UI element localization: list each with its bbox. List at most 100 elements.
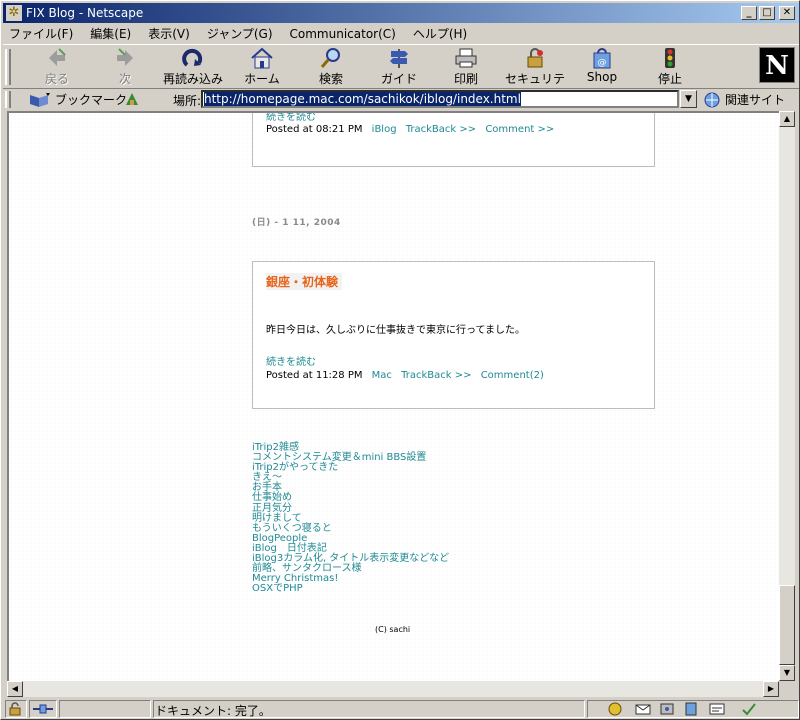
title-bar: ✲ FIX Blog - Netscape _ □ ✕ [3,3,799,23]
post-time: Posted at 08:21 PM [266,124,363,135]
address-book-icon[interactable] [683,702,699,716]
traffic-light-stop-icon [665,48,675,68]
shop-button[interactable]: @ Shop [570,47,634,87]
location-label: 場所: [173,94,202,108]
maximize-button[interactable]: □ [759,6,775,20]
forward-button[interactable]: 次 [93,47,157,87]
search-icon [320,48,340,68]
home-icon [251,47,273,69]
blog-post-previous: 続きを読む Posted at 08:21 PM iBlog TrackBack… [252,113,655,167]
recent-entries-list: iTrip2雑感 コメントシステム変更＆mini BBS設置 iTrip2がやっ… [252,442,449,594]
print-button[interactable]: 印刷 [434,47,498,87]
comment-link[interactable]: Comment >> [485,124,554,135]
scroll-right-button[interactable]: ▶ [763,681,779,697]
connection-plug-icon [33,704,53,714]
comment-link[interactable]: Comment(2) [481,370,544,381]
guide-button[interactable]: ガイド [367,47,431,87]
security-status-cell[interactable] [5,700,27,718]
horizontal-scrollbar[interactable]: ◀ ▶ [7,681,779,697]
related-sites-icon [704,92,720,107]
composer-icon[interactable] [709,702,725,716]
status-text: ドキュメント: 完了。 [155,704,271,718]
toolbar-grip[interactable] [5,49,11,85]
padlock-icon [527,48,543,68]
browser-window: ✲ FIX Blog - Netscape _ □ ✕ ファイル(F) 編集(E… [0,0,800,720]
svg-text:@: @ [598,58,607,68]
shopping-bag-icon: @ [593,48,611,69]
navigator-icon[interactable] [607,702,623,716]
window-title: FIX Blog - Netscape [26,6,144,20]
status-bar: ドキュメント: 完了。 [3,699,799,719]
unlocked-padlock-icon [9,702,21,716]
post-title: 銀座・初体験 [266,273,343,290]
security-button[interactable]: セキュリティ [503,47,567,103]
vertical-scrollbar[interactable]: ▲ ▼ [779,111,795,681]
scrollbar-corner [779,681,795,697]
page-viewport: 続きを読む Posted at 08:21 PM iBlog TrackBack… [7,111,779,681]
bookmarks-label: ブックマーク [55,93,128,107]
recent-entry-link[interactable]: OSXでPHP [252,584,449,594]
bookmark-book-icon [30,92,50,107]
scroll-thumb[interactable] [779,585,795,665]
newsgroup-icon[interactable] [659,702,675,716]
page-proxy-icon[interactable] [123,91,141,107]
trackback-link[interactable]: TrackBack >> [406,124,476,135]
mail-icon[interactable] [635,702,651,716]
post-time: Posted at 11:28 PM [266,370,363,381]
url-input[interactable]: http://homepage.mac.com/sachikok/iblog/i… [201,90,679,108]
home-button[interactable]: ホーム [230,47,294,87]
navigation-toolbar: 戻る 次 再読み込み ホーム 検索 ガイド 印刷 セキュリティ [3,44,799,103]
checkmark-icon[interactable] [741,702,757,716]
forward-label: 次 [118,72,131,86]
home-label: ホーム [244,72,280,86]
guide-label: ガイド [380,72,417,86]
related-sites-button[interactable]: 関連サイト [703,91,785,108]
menu-edit[interactable]: 編集(E) [90,25,131,42]
stop-label: 停止 [657,72,682,86]
url-dropdown-button[interactable]: ▼ [680,90,697,108]
trackback-link[interactable]: TrackBack >> [401,370,471,381]
menu-file[interactable]: ファイル(F) [9,25,73,42]
post-meta: Posted at 08:21 PM iBlog TrackBack >> Co… [266,124,554,135]
date-header: (日) - 1 11, 2004 [252,218,341,228]
read-more-link[interactable]: 続きを読む [266,353,316,368]
minimize-button[interactable]: _ [741,6,757,20]
menu-communicator[interactable]: Communicator(C) [290,27,396,41]
close-button[interactable]: ✕ [779,6,795,20]
back-button[interactable]: 戻る [25,47,89,87]
related-sites-label: 関連サイト [725,93,786,107]
scroll-down-button[interactable]: ▼ [779,665,795,681]
category-link[interactable]: Mac [372,370,392,381]
menu-view[interactable]: 表示(V) [148,25,190,42]
netscape-app-icon: ✲ [6,5,22,21]
post-body: 昨日今日は、久しぶりに仕事抜きで東京に行ってました。 [266,325,525,336]
connection-status-cell [29,700,57,718]
menu-bar: ファイル(F) 編集(E) 表示(V) ジャンプ(G) Communicator… [3,24,799,43]
back-arrow-icon [49,48,66,66]
copyright-text: (C) sachi [375,625,411,634]
progress-cell [59,700,151,718]
url-text: http://homepage.mac.com/sachikok/iblog/i… [204,92,521,106]
scroll-up-button[interactable]: ▲ [779,111,795,127]
location-bar-grip[interactable] [5,91,11,108]
scroll-left-button[interactable]: ◀ [7,681,23,697]
netscape-logo[interactable]: N [759,47,795,83]
search-label: 検索 [318,72,343,86]
search-button[interactable]: 検索 [299,47,363,87]
stop-button[interactable]: 停止 [638,47,702,87]
reload-icon [182,48,203,67]
back-label: 戻る [44,72,69,86]
shop-label: Shop [586,70,618,84]
printer-icon [455,48,477,68]
bookmarks-button[interactable]: ブックマーク [29,91,127,108]
print-label: 印刷 [453,72,478,86]
guide-signpost-icon [390,49,408,68]
blog-post: 銀座・初体験 昨日今日は、久しぶりに仕事抜きで東京に行ってました。 続きを読む … [252,261,655,409]
location-bar: ブックマーク 場所: http://homepage.mac.com/sachi… [3,89,799,110]
category-link[interactable]: iBlog [372,124,397,135]
reload-button[interactable]: 再読み込み [161,47,225,87]
menu-help[interactable]: ヘルプ(H) [413,25,467,42]
read-more-link[interactable]: 続きを読む [266,113,316,123]
menu-go[interactable]: ジャンプ(G) [207,25,273,42]
post-meta: Posted at 11:28 PM Mac TrackBack >> Comm… [266,370,544,381]
